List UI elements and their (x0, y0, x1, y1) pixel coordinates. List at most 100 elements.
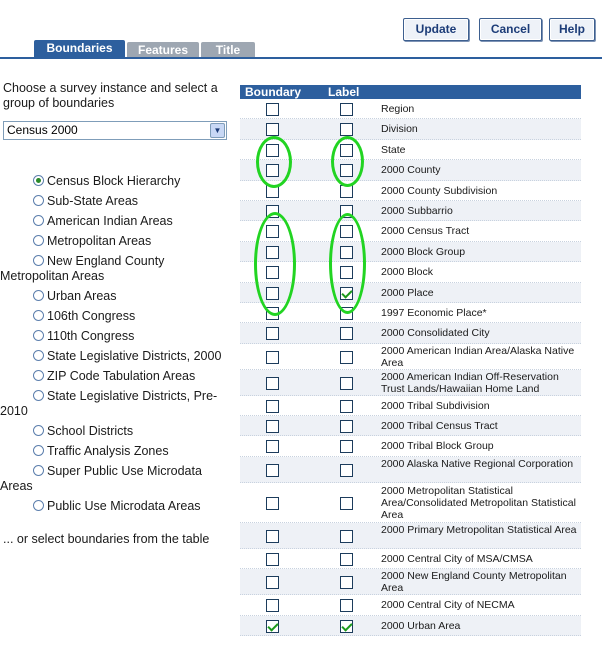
label-checkbox[interactable] (340, 552, 353, 566)
radio-button-icon[interactable] (33, 290, 44, 301)
label-checkbox[interactable] (340, 576, 353, 590)
radio-button-icon[interactable] (33, 235, 44, 246)
label-checkbox[interactable] (340, 496, 353, 510)
label-checkbox[interactable] (340, 529, 353, 543)
boundary-checkbox[interactable] (266, 266, 279, 280)
radio-button-icon[interactable] (33, 465, 44, 476)
label-checkbox[interactable] (340, 420, 353, 434)
label-checkbox[interactable] (340, 103, 353, 116)
boundary-group-label: State Legislative Districts, 2000 (47, 349, 222, 363)
boundary-checkbox[interactable] (266, 376, 279, 390)
boundary-checkbox[interactable] (266, 143, 279, 157)
tab-title[interactable]: Title (201, 42, 255, 58)
label-checkbox[interactable] (340, 399, 353, 413)
boundary-checkbox[interactable] (266, 552, 279, 566)
boundary-group-option[interactable]: 110th Congress (0, 329, 232, 344)
boundary-name: 2000 Central City of MSA/CMSA (381, 552, 533, 565)
boundary-checkbox[interactable] (266, 420, 279, 434)
boundary-group-option[interactable]: Sub-State Areas (0, 194, 232, 209)
boundary-checkbox[interactable] (266, 529, 279, 543)
radio-button-icon[interactable] (33, 425, 44, 436)
boundary-group-option[interactable]: New England County Metropolitan Areas (0, 254, 232, 284)
boundary-checkbox[interactable] (266, 225, 279, 239)
boundary-checkbox[interactable] (266, 164, 279, 178)
boundary-checkbox[interactable] (266, 306, 279, 320)
radio-button-icon[interactable] (33, 255, 44, 266)
label-checkbox[interactable] (340, 327, 353, 341)
boundary-group-option[interactable]: School Districts (0, 424, 232, 439)
boundary-checkbox[interactable] (266, 327, 279, 341)
boundary-group-option[interactable]: Census Block Hierarchy (0, 174, 232, 189)
label-checkbox[interactable] (340, 143, 353, 157)
boundary-checkbox[interactable] (266, 286, 279, 300)
boundary-checkbox[interactable] (266, 204, 279, 218)
boundary-checkbox[interactable] (266, 245, 279, 259)
label-checkbox[interactable] (340, 286, 353, 300)
cancel-button[interactable]: Cancel (479, 18, 542, 41)
boundary-name: 2000 Primary Metropolitan Statistical Ar… (381, 523, 577, 536)
boundary-checkbox[interactable] (266, 350, 279, 364)
label-checkbox[interactable] (340, 204, 353, 218)
boundary-checkbox[interactable] (266, 103, 279, 116)
radio-button-icon[interactable] (33, 215, 44, 226)
survey-instance-select[interactable]: Census 2000 ▼ (3, 121, 227, 140)
boundary-checkbox[interactable] (266, 184, 279, 198)
label-checkbox[interactable] (340, 306, 353, 320)
radio-button-icon[interactable] (33, 175, 44, 186)
boundary-group-option[interactable]: Super Public Use Microdata Areas (0, 464, 232, 494)
boundary-group-option[interactable]: ZIP Code Tabulation Areas (0, 369, 232, 384)
radio-button-icon[interactable] (33, 370, 44, 381)
boundary-group-radio-list: Census Block Hierarchy Sub-State Areas Ame… (0, 174, 232, 519)
radio-button-icon[interactable] (33, 445, 44, 456)
boundary-group-option[interactable]: Public Use Microdata Areas (0, 499, 232, 514)
radio-button-icon[interactable] (33, 310, 44, 321)
label-column-header: Label (328, 85, 360, 99)
help-button[interactable]: Help (549, 18, 595, 41)
label-checkbox[interactable] (340, 184, 353, 198)
boundary-group-option[interactable]: State Legislative Districts, Pre-2010 (0, 389, 232, 419)
boundary-name: 2000 Tribal Block Group (381, 440, 494, 453)
boundary-checkbox[interactable] (266, 440, 279, 454)
radio-button-icon[interactable] (33, 390, 44, 401)
boundary-group-option[interactable]: Traffic Analysis Zones (0, 444, 232, 459)
boundary-checkbox[interactable] (266, 123, 279, 137)
boundary-group-option[interactable]: Urban Areas (0, 289, 232, 304)
label-checkbox[interactable] (340, 164, 353, 178)
boundary-checkbox[interactable] (266, 463, 279, 477)
boundary-group-option[interactable]: American Indian Areas (0, 214, 232, 229)
radio-button-icon[interactable] (33, 500, 44, 511)
table-row: 2000 Tribal Block Group (240, 436, 581, 457)
label-checkbox[interactable] (340, 225, 353, 239)
radio-button-icon[interactable] (33, 350, 44, 361)
radio-button-icon[interactable] (33, 195, 44, 206)
boundary-checkbox[interactable] (266, 399, 279, 413)
table-row: Division (240, 119, 581, 140)
label-checkbox[interactable] (340, 245, 353, 259)
chevron-down-icon[interactable]: ▼ (210, 123, 225, 138)
label-checkbox[interactable] (340, 599, 353, 613)
label-checkbox[interactable] (340, 619, 353, 633)
boundary-group-label: Sub-State Areas (47, 194, 139, 208)
boundary-group-option[interactable]: Metropolitan Areas (0, 234, 232, 249)
tab-features[interactable]: Features (127, 42, 199, 58)
radio-button-icon[interactable] (33, 330, 44, 341)
table-row: 2000 Alaska Native Regional Corporation (240, 456, 581, 483)
boundary-checkbox[interactable] (266, 576, 279, 590)
update-button[interactable]: Update (403, 18, 469, 41)
label-checkbox[interactable] (340, 266, 353, 280)
label-checkbox[interactable] (340, 350, 353, 364)
boundary-name: 2000 Metropolitan Statistical Area/Conso… (381, 484, 576, 521)
boundary-checkbox[interactable] (266, 496, 279, 510)
label-checkbox[interactable] (340, 440, 353, 454)
boundary-group-option[interactable]: State Legislative Districts, 2000 (0, 349, 232, 364)
boundary-checkbox[interactable] (266, 619, 279, 633)
boundary-name: 2000 Subbarrio (381, 204, 453, 217)
table-row: 2000 Consolidated City (240, 323, 581, 344)
boundary-group-option[interactable]: 106th Congress (0, 309, 232, 324)
table-row: 2000 American Indian Off-Reservation Tru… (240, 369, 581, 396)
label-checkbox[interactable] (340, 463, 353, 477)
boundary-checkbox[interactable] (266, 599, 279, 613)
label-checkbox[interactable] (340, 123, 353, 137)
label-checkbox[interactable] (340, 376, 353, 390)
tab-boundaries[interactable]: Boundaries (34, 40, 125, 58)
